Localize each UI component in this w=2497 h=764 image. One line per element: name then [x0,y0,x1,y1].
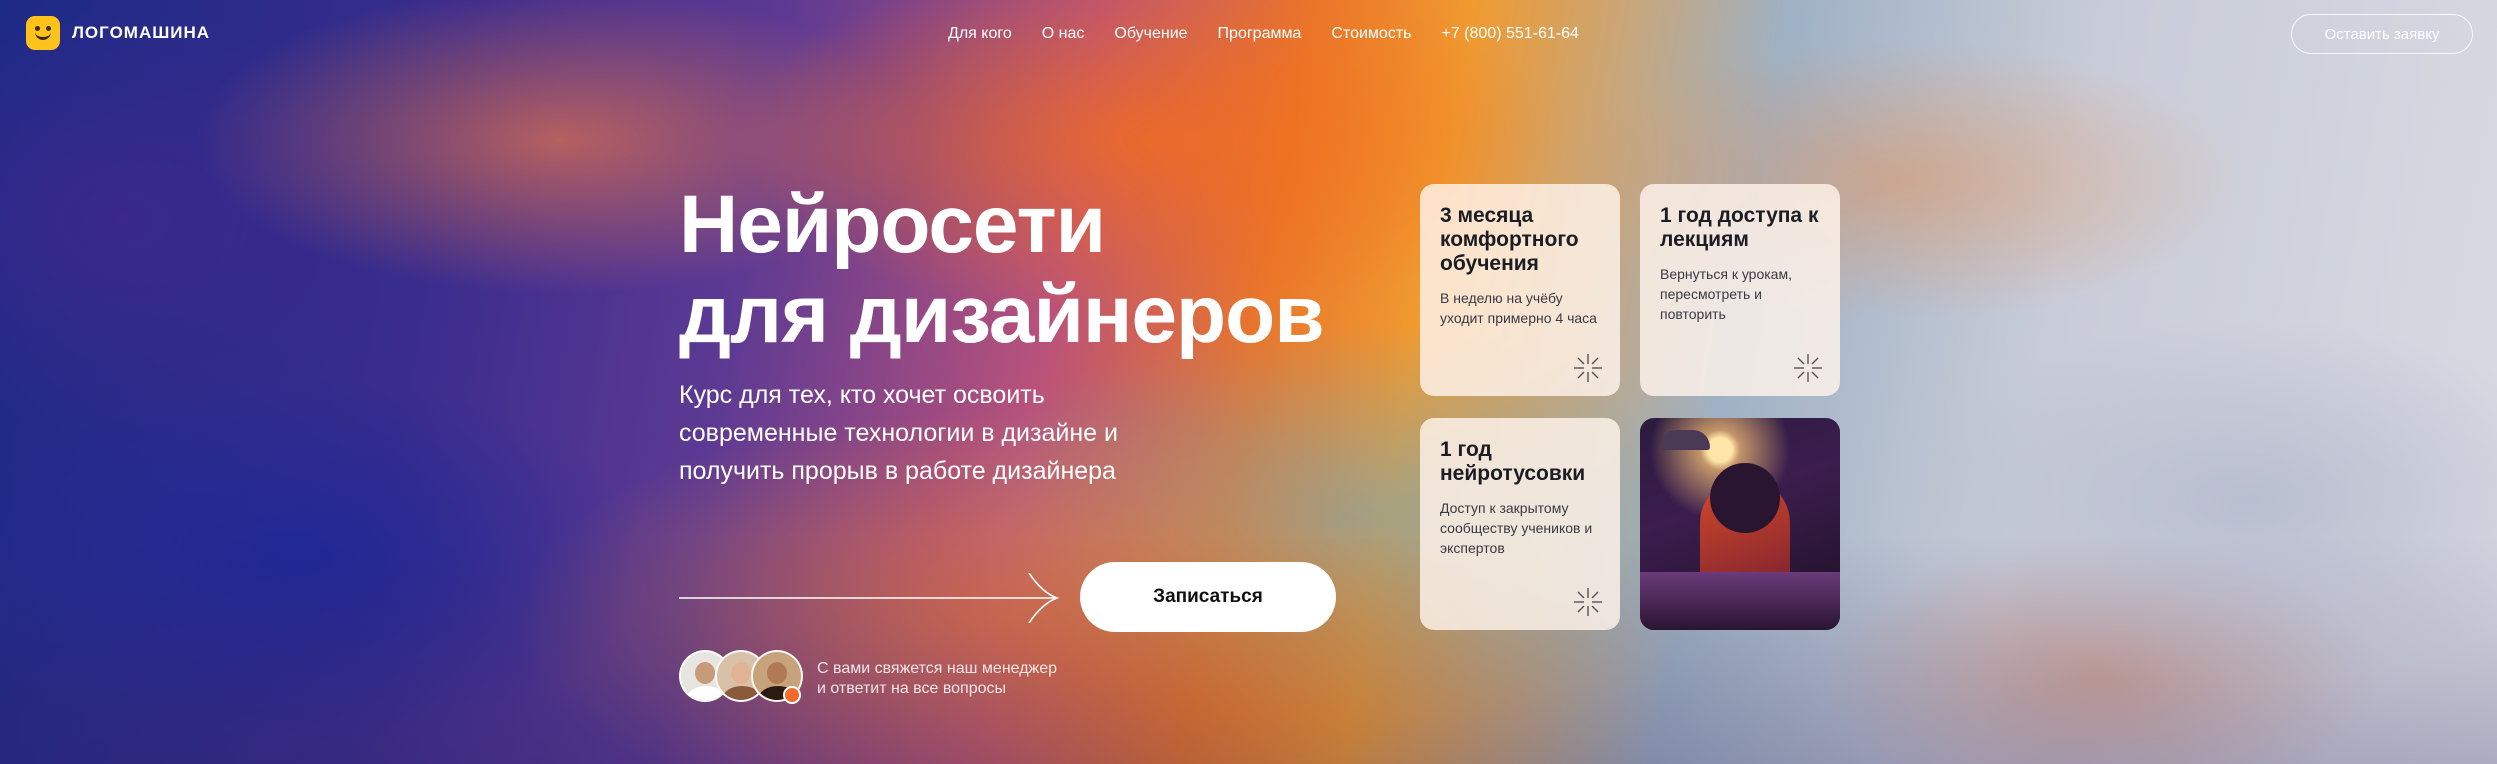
phone-link[interactable]: +7 (800) 551-61-64 [1441,25,1578,43]
manager-avatars [679,650,809,706]
signup-button[interactable]: Записаться [1080,562,1336,632]
hero-background [0,0,2497,764]
card-text: Доступ к закрытому сообществу учеников и… [1440,500,1593,556]
arrow-right-icon [679,573,1059,623]
feature-card-community: 1 год нейротусовки Доступ к закрытому со… [1420,418,1620,630]
title-line-1: Нейросети [679,179,1106,270]
student-photo [1640,418,1840,630]
main-nav: Для кого О нас Обучение Программа Стоимо… [948,25,1609,43]
nav-item-learning[interactable]: Обучение [1114,25,1187,43]
contact-note: С вами свяжется наш менеджер и ответит н… [817,659,1057,699]
card-title: 1 год доступа к лекциям [1660,204,1819,251]
nav-item-for-whom[interactable]: Для кого [948,25,1012,43]
card-title: 3 месяца комфортного обучения [1440,204,1579,275]
card-text: В неделю на учёбу уходит примерно 4 часа [1440,290,1597,326]
feature-card-lectures: 1 год доступа к лекциям Вернуться к урок… [1640,184,1840,396]
title-line-2: для дизайнеров [679,269,1325,360]
smiley-logo-icon [26,16,60,50]
card-title: 1 год нейротусовки [1440,438,1586,485]
hero-subtitle: Курс для тех, кто хочет освоить современ… [679,381,1118,485]
online-badge [783,686,801,704]
nav-item-program[interactable]: Программа [1218,25,1302,43]
sparkle-icon [1574,354,1602,382]
nav-item-price[interactable]: Стоимость [1331,25,1411,43]
sparkle-icon [1574,588,1602,616]
card-text: Вернуться к урокам, пересмотреть и повто… [1660,266,1792,322]
logo[interactable]: ЛОГОМАШИНА [26,16,210,50]
leave-request-button[interactable]: Оставить заявку [2291,14,2473,54]
contact-note-line-2: и ответит на все вопросы [817,680,1007,697]
sparkle-icon [1794,354,1822,382]
feature-card-duration: 3 месяца комфортного обучения В неделю н… [1420,184,1620,396]
nav-item-about[interactable]: О нас [1042,25,1085,43]
brand-name: ЛОГОМАШИНА [72,23,211,42]
contact-note-line-1: С вами свяжется наш менеджер [817,660,1058,677]
site-header: ЛОГОМАШИНА Для кого О нас Обучение Прогр… [0,0,2497,70]
page-title: Нейросети для дизайнеров [679,179,1325,360]
